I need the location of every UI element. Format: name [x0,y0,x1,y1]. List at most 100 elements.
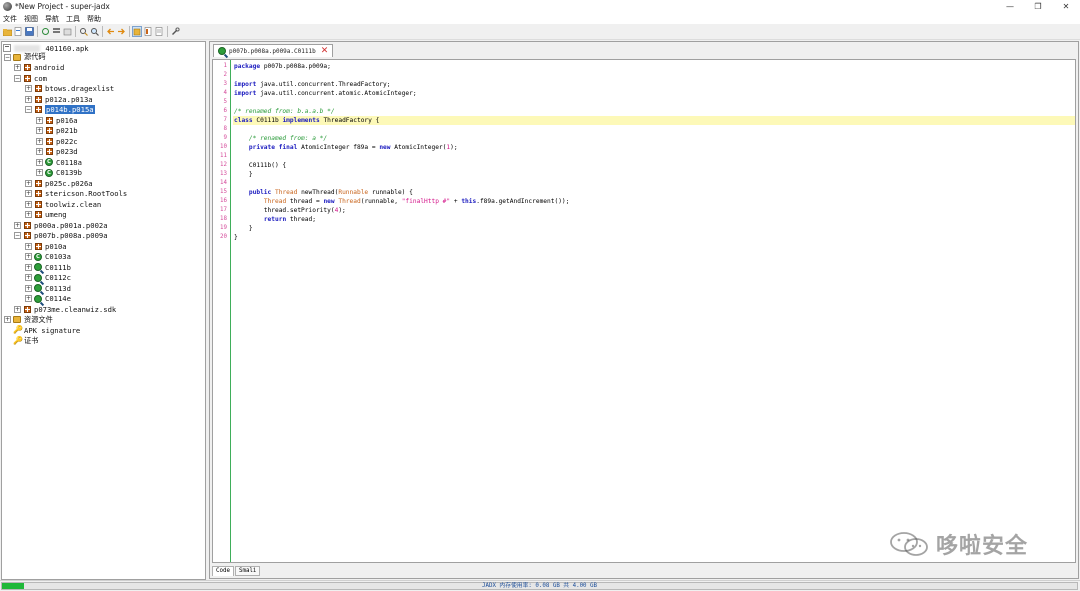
menu-help[interactable]: 帮助 [87,14,101,24]
expand-toggle[interactable]: + [14,64,21,71]
expand-toggle[interactable]: + [25,211,32,218]
expand-toggle[interactable]: + [25,242,32,250]
project-tree-panel[interactable]: _401160.apk − 源代码 + android − com + btow… [1,41,206,580]
tree-label: C0111b [45,262,71,272]
tree-label: C0139b [56,168,82,177]
expand-toggle[interactable]: + [25,295,32,302]
forward-arrow-icon[interactable] [116,26,126,37]
expand-toggle[interactable]: + [25,85,32,92]
tree-node-resources[interactable]: + 资源文件 [4,315,53,325]
expand-toggle[interactable]: + [36,169,43,176]
menu-tools[interactable]: 工具 [66,14,80,24]
maximize-button[interactable]: ❐ [1024,0,1052,13]
tab-smali[interactable]: Smali [234,566,261,576]
tab-C0111b[interactable]: p007b.p008a.p009a.C0111b ✕ [213,44,334,57]
tree-node-C0118a[interactable]: + C C0118a [36,157,82,167]
tree-node-p073me[interactable]: + p073me.cleanwiz.sdk [14,304,116,314]
class-icon: C [45,168,53,177]
tree-node-p022c[interactable]: + p022c [36,136,78,146]
flatten-icon[interactable] [51,26,61,37]
tab-code[interactable]: Code [212,566,234,576]
tree-node-C0112c[interactable]: + C0112c [25,273,71,283]
tree-node-source[interactable]: − 源代码 [4,52,46,62]
tree-node-toolwiz[interactable]: + toolwiz.clean [25,199,101,209]
menu-navigate[interactable]: 导航 [45,14,59,24]
tree-node-p000a[interactable]: + p000a.p001a.p002a [14,220,108,230]
search-text-icon[interactable] [78,26,88,37]
tree-label: umeng [45,210,67,219]
tree-node-com[interactable]: − com [14,73,47,83]
collapse-toggle[interactable]: − [4,53,11,61]
expand-toggle[interactable]: + [36,148,43,155]
expand-toggle[interactable]: + [25,284,32,292]
tree-label: toolwiz.clean [45,199,102,209]
sync-tree-icon[interactable] [132,26,142,37]
back-arrow-icon[interactable] [105,26,115,37]
expand-toggle[interactable]: + [14,305,21,313]
package-icon [34,190,42,198]
expand-toggle[interactable]: + [25,274,32,281]
tree-node-p023d[interactable]: + p023d [36,147,78,157]
code-line: import java.util.concurrent.ThreadFactor… [234,81,391,88]
add-file-icon[interactable] [13,26,23,37]
close-tab-icon[interactable]: ✕ [321,46,329,56]
expand-toggle[interactable]: + [25,179,32,187]
tree-node-C0103a[interactable]: + C C0103a [25,252,71,262]
tree-node-C0113d[interactable]: + C0113d [25,283,71,293]
expand-toggle[interactable]: + [14,221,21,229]
tree-node-umeng[interactable]: + umeng [25,210,67,220]
package-icon [34,85,42,93]
code-line: return thread; [263,216,316,223]
tree-node-btows[interactable]: + btows.dragexlist [25,84,114,94]
close-window-button[interactable]: ✕ [1052,0,1080,13]
package-icon [34,211,42,219]
expand-toggle[interactable]: + [36,116,43,124]
export-icon[interactable] [62,26,72,37]
expand-toggle[interactable]: + [25,253,32,260]
decompiled-view-icon[interactable] [143,26,153,37]
tree-label: APK signature [24,325,81,335]
tree-node-android[interactable]: + android [14,63,64,73]
menu-file[interactable]: 文件 [3,14,17,24]
tree-node-apk-signature[interactable]: 🔑 APK signature [13,325,80,335]
tree-node-certificate[interactable]: 🔑 证书 [13,336,38,346]
tree-node-p016a[interactable]: + p016a [36,115,78,125]
search-class-icon[interactable] [89,26,99,37]
expand-toggle[interactable]: + [25,95,32,103]
tree-node-p012a[interactable]: + p012a.p013a [25,94,93,104]
collapse-toggle[interactable]: − [14,232,21,239]
tree-node-C0114e[interactable]: + C0114e [25,294,71,304]
tree-node-p025c[interactable]: + p025c.p026a [25,178,93,188]
title-bar: *New Project - super-jadx — ❐ ✕ [0,0,1080,13]
expand-toggle[interactable]: + [25,190,32,197]
open-file-icon[interactable] [2,26,12,37]
preferences-wrench-icon[interactable] [170,26,180,37]
menu-view[interactable]: 视图 [24,14,38,24]
code-editor[interactable]: 1 2 3 4 5 6 7 8 9 10 11 12 13 14 15 16 1… [212,59,1076,563]
tree-node-p010a[interactable]: + p010a [25,241,67,251]
collapse-toggle[interactable]: − [14,74,21,82]
expand-toggle[interactable]: + [36,127,43,134]
package-icon [45,148,53,156]
minimize-button[interactable]: — [996,0,1024,13]
save-icon[interactable] [24,26,34,37]
tree-node-C0111b[interactable]: + C0111b [25,262,71,272]
package-icon [23,221,31,229]
wechat-logo-icon [890,532,928,556]
expand-toggle[interactable]: + [25,263,32,271]
class-search-icon [34,263,42,271]
tree-node-p007b[interactable]: − p007b.p008a.p009a [14,231,108,241]
expand-toggle[interactable]: + [36,137,43,145]
collapse-toggle[interactable]: − [25,106,32,113]
tree-node-C0139b[interactable]: + C C0139b [36,168,82,178]
tree-node-stericson[interactable]: + stericson.RootTools [25,189,127,199]
expand-toggle[interactable]: + [36,158,43,166]
log-viewer-icon[interactable] [154,26,164,37]
tree-node-p014b[interactable]: − p014b.p015a [25,105,95,115]
sync-icon[interactable] [40,26,50,37]
expand-toggle[interactable]: + [4,316,11,323]
expand-toggle[interactable]: + [25,200,32,208]
code-line: public Thread newThread(Runnable runnabl… [248,189,413,196]
tree-node-p021b[interactable]: + p021b [36,126,78,136]
